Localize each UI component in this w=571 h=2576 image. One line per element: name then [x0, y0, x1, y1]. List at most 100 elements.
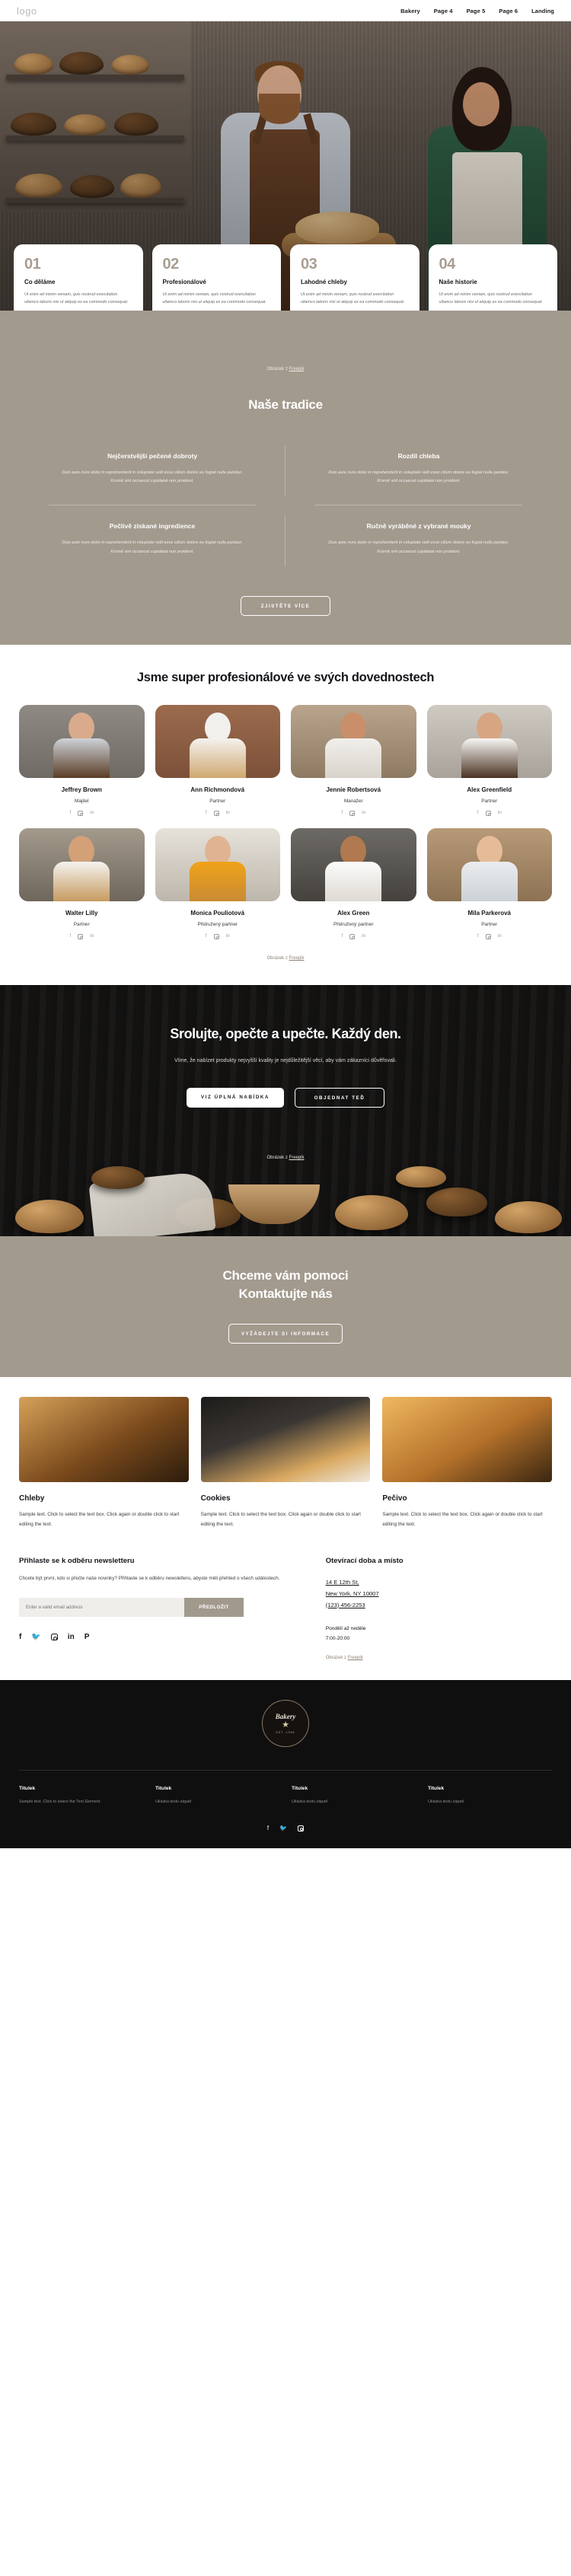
team-member[interactable]: Míla Parkerová Partner f in	[426, 827, 552, 940]
submit-button[interactable]: PŘEDLOŽIT	[184, 1597, 244, 1617]
product-title: Pečivo	[382, 1494, 407, 1503]
team-member[interactable]: Jeffrey Brown Majitel f in	[19, 704, 145, 817]
facebook-icon[interactable]: f	[206, 810, 207, 816]
view-menu-button[interactable]: VIZ ÚPLNÁ NABÍDKA	[187, 1087, 284, 1108]
product-card[interactable]: Cookies Sample text. Click to select the…	[200, 1397, 371, 1529]
instagram-icon[interactable]	[349, 933, 356, 940]
member-social: f in	[19, 933, 145, 940]
freepik-link[interactable]: Freepik	[289, 367, 305, 371]
footer-columns: Titulek Sample text. Click to select the…	[19, 1769, 552, 1806]
nav-item-landing[interactable]: Landing	[531, 8, 554, 14]
member-name: Jeffrey Brown	[61, 786, 102, 793]
facebook-icon[interactable]: f	[206, 933, 207, 939]
freepik-link[interactable]: Freepik	[289, 956, 305, 961]
member-photo	[19, 827, 145, 901]
feature-card[interactable]: 04 Naše historie Ut enim ad minim veniam…	[428, 244, 557, 311]
address[interactable]: 14 E 12th St, New York, NY 10007 (123) 4…	[326, 1577, 552, 1611]
twitter-icon[interactable]: 🐦	[31, 1633, 40, 1641]
pinterest-icon[interactable]: P	[85, 1633, 90, 1641]
member-role: Přidružený partner	[197, 921, 238, 927]
twitter-icon[interactable]: 🐦	[279, 1825, 287, 1832]
tradition-item: Nejčerstvější pečené dobroty Duis aute i…	[34, 435, 286, 506]
instagram-icon[interactable]	[213, 810, 219, 817]
nav-item-bakery[interactable]: Bakery	[400, 8, 420, 14]
feature-card[interactable]: 01 Co děláme Ut enim ad minim veniam, qu…	[14, 244, 143, 311]
nav-item-page5[interactable]: Page 5	[467, 8, 486, 14]
instagram-icon[interactable]	[213, 933, 219, 940]
linkedin-icon[interactable]: in	[226, 933, 230, 939]
order-now-button[interactable]: OBJEDNAT TEĎ	[295, 1087, 384, 1108]
facebook-icon[interactable]: f	[267, 1825, 269, 1832]
team-member[interactable]: Monica Pouliotová Přidružený partner f i…	[155, 827, 280, 940]
nav-item-page4[interactable]: Page 4	[434, 8, 453, 14]
freepik-link[interactable]: Freepik	[289, 1156, 305, 1160]
hero-section: 01 Co děláme Ut enim ad minim veniam, qu…	[0, 21, 571, 311]
card-number: 04	[439, 256, 456, 273]
instagram-icon[interactable]	[349, 810, 356, 817]
member-name: Alex Green	[337, 909, 370, 917]
tradition-item-text: Duis aute irure dolor in reprehenderit i…	[62, 470, 243, 484]
product-card[interactable]: Pečivo Sample text. Click to select the …	[382, 1397, 552, 1529]
footer-column: Titulek Ukázka textu zápatí	[155, 1786, 279, 1806]
instagram-icon[interactable]	[78, 810, 84, 817]
request-info-button[interactable]: VYŽÁDEJTE SI INFORMACE	[228, 1324, 343, 1344]
footer-column: Titulek Sample text. Click to select the…	[19, 1786, 143, 1806]
linkedin-icon[interactable]: in	[226, 810, 230, 816]
member-name: Alex Greenfield	[467, 786, 512, 793]
member-role: Majitel	[75, 798, 89, 804]
linkedin-icon[interactable]: in	[90, 933, 94, 939]
nav-item-page6[interactable]: Page 6	[499, 8, 518, 14]
member-social: f in	[291, 810, 416, 817]
team-member[interactable]: Alex Green Přidružený partner f in	[291, 827, 416, 940]
team-member[interactable]: Ann Richmondová Partner f in	[155, 704, 280, 817]
contact-title-line1: Chceme vám pomoci	[222, 1267, 349, 1283]
feature-cards: 01 Co děláme Ut enim ad minim veniam, qu…	[14, 244, 557, 311]
facebook-icon[interactable]: f	[69, 933, 71, 939]
linkedin-icon[interactable]: in	[362, 810, 365, 816]
instagram-icon[interactable]	[78, 933, 84, 940]
card-text: Ut enim ad minim veniam, quis nostrud ex…	[162, 292, 266, 304]
products-grid: Chleby Sample text. Click to select the …	[19, 1397, 552, 1529]
linkedin-icon[interactable]: in	[362, 933, 365, 939]
email-input[interactable]	[19, 1597, 184, 1617]
footer-column-text: Ukázka textu zápatí	[428, 1799, 464, 1804]
address-line1: 14 E 12th St,	[325, 1579, 359, 1586]
team-member[interactable]: Walter Lilly Partner f in	[19, 827, 145, 940]
facebook-icon[interactable]: f	[477, 810, 479, 816]
cta-subtitle: Víme, že nabízet produkty nejvyšší kvali…	[174, 1057, 397, 1063]
linkedin-icon[interactable]: in	[68, 1633, 75, 1641]
freepik-link[interactable]: Freepik	[348, 1656, 363, 1660]
instagram-icon[interactable]	[298, 1825, 305, 1832]
linkedin-icon[interactable]: in	[498, 933, 502, 939]
facebook-icon[interactable]: f	[341, 810, 343, 816]
instagram-icon[interactable]	[485, 810, 491, 817]
instagram-icon[interactable]	[50, 1634, 58, 1641]
member-name: Ann Richmondová	[190, 786, 245, 793]
logo[interactable]: logo	[17, 5, 37, 17]
facebook-icon[interactable]: f	[341, 933, 343, 939]
instagram-icon[interactable]	[485, 933, 491, 940]
product-title: Cookies	[200, 1494, 231, 1503]
learn-more-button[interactable]: ZJISTĚTE VÍCE	[241, 595, 330, 616]
contact-title-line2: Kontaktujte nás	[238, 1286, 333, 1302]
opening-hours: Pondělí až neděle 7:00-20:00	[326, 1624, 552, 1643]
member-social: f in	[19, 810, 145, 817]
facebook-icon[interactable]: f	[477, 933, 479, 939]
facebook-icon[interactable]: f	[19, 1633, 21, 1641]
member-photo	[426, 827, 552, 901]
footer-column: Titulek Ukázka textu zápatí	[292, 1786, 416, 1806]
linkedin-icon[interactable]: in	[498, 810, 502, 816]
facebook-icon[interactable]: f	[69, 810, 71, 816]
phone-number[interactable]: (123) 456-2253	[326, 1600, 552, 1612]
linkedin-icon[interactable]: in	[90, 810, 94, 816]
team-member[interactable]: Alex Greenfield Partner f in	[426, 704, 552, 817]
member-photo	[19, 704, 145, 778]
product-card[interactable]: Chleby Sample text. Click to select the …	[19, 1397, 189, 1529]
card-title: Lahodné chleby	[301, 279, 347, 286]
hours-title: Otevírací doba a místo	[325, 1557, 404, 1565]
feature-card[interactable]: 03 Lahodné chleby Ut enim ad minim venia…	[290, 244, 419, 311]
feature-card[interactable]: 02 Profesionálové Ut enim ad minim venia…	[152, 244, 281, 311]
team-member[interactable]: Jennie Robertsová Manažer f in	[291, 704, 416, 817]
footer-logo[interactable]: Bakery ★ EST. 1998	[262, 1699, 309, 1747]
cta-title: Srolujte, opečte a upečte. Každý den.	[170, 1025, 401, 1041]
